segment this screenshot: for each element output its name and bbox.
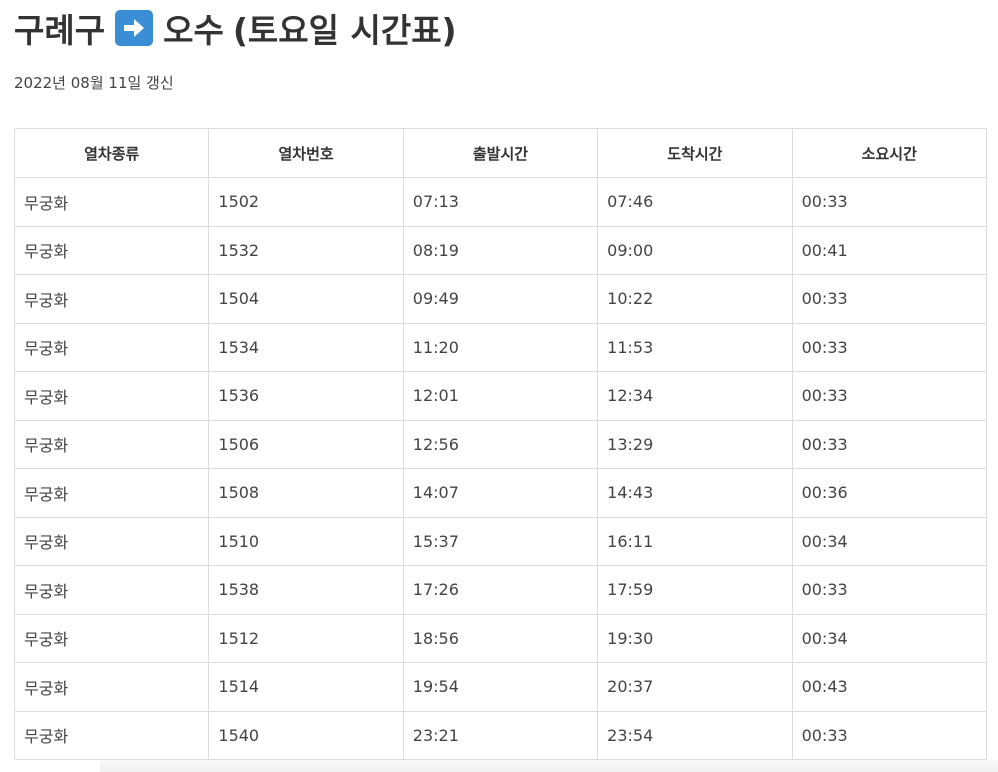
cell-departure-time: 07:13 <box>402 177 599 227</box>
cell-train-number: 1512 <box>208 613 404 663</box>
cell-departure-time: 15:37 <box>402 516 599 566</box>
cell-arrival-time: 13:29 <box>597 419 793 469</box>
cell-train-type: 무궁화 <box>13 274 210 324</box>
cell-train-number: 1502 <box>208 177 404 227</box>
cell-train-type: 무궁화 <box>13 177 210 227</box>
cell-arrival-time: 09:00 <box>597 225 793 275</box>
cell-train-type: 무궁화 <box>13 371 210 421</box>
table-row: 무궁화 1540 23:21 23:54 00:33 <box>13 710 988 760</box>
timetable-header: 열차종류 열차번호 출발시간 도착시간 소요시간 <box>13 128 988 178</box>
header-duration: 소요시간 <box>791 128 988 178</box>
cell-train-type: 무궁화 <box>13 662 210 712</box>
table-row: 무궁화 1514 19:54 20:37 00:43 <box>13 662 988 712</box>
destination-station: 오수 <box>163 11 224 50</box>
updated-date: 2022년 08월 11일 갱신 <box>14 74 174 92</box>
table-row: 무궁화 1502 07:13 07:46 00:33 <box>13 177 988 227</box>
cell-duration: 00:33 <box>791 322 988 372</box>
cell-departure-time: 11:20 <box>402 322 599 372</box>
cell-train-type: 무궁화 <box>13 516 210 566</box>
cell-train-type: 무궁화 <box>13 468 210 518</box>
cell-duration: 00:36 <box>791 468 988 518</box>
cell-departure-time: 23:21 <box>402 710 599 760</box>
cell-duration: 00:43 <box>791 662 988 712</box>
origin-station: 구례구 <box>14 11 106 50</box>
cell-duration: 00:33 <box>791 371 988 421</box>
header-departure-time: 출발시간 <box>402 128 599 178</box>
cell-train-number: 1506 <box>208 419 404 469</box>
cell-train-number: 1534 <box>208 322 404 372</box>
cell-train-number: 1532 <box>208 225 404 275</box>
cell-arrival-time: 14:43 <box>597 468 793 518</box>
header-train-type: 열차종류 <box>13 128 210 178</box>
cell-train-type: 무궁화 <box>13 710 210 760</box>
cell-departure-time: 09:49 <box>402 274 599 324</box>
cell-departure-time: 12:01 <box>402 371 599 421</box>
cell-train-type: 무궁화 <box>13 565 210 615</box>
cell-departure-time: 19:54 <box>402 662 599 712</box>
cell-duration: 00:41 <box>791 225 988 275</box>
cell-arrival-time: 23:54 <box>597 710 793 760</box>
schedule-type: (토요일 시간표) <box>232 11 457 50</box>
table-row: 무궁화 1504 09:49 10:22 00:33 <box>13 274 988 324</box>
cell-duration: 00:33 <box>791 565 988 615</box>
cell-train-number: 1538 <box>208 565 404 615</box>
cell-departure-time: 12:56 <box>402 419 599 469</box>
cell-arrival-time: 16:11 <box>597 516 793 566</box>
table-row: 무궁화 1536 12:01 12:34 00:33 <box>13 371 988 421</box>
timetable-body: 무궁화 1502 07:13 07:46 00:33 무궁화 1532 08:19 09:00 0… <box>13 177 988 760</box>
right-arrow-icon-glyph <box>124 19 145 37</box>
bottom-shadow <box>100 760 998 772</box>
cell-train-number: 1508 <box>208 468 404 518</box>
header-row: 열차종류 열차번호 출발시간 도착시간 소요시간 <box>13 128 988 178</box>
cell-train-type: 무궁화 <box>13 419 210 469</box>
cell-departure-time: 18:56 <box>402 613 599 663</box>
table-row: 무궁화 1538 17:26 17:59 00:33 <box>13 565 988 615</box>
cell-duration: 00:34 <box>791 613 988 663</box>
table-row: 무궁화 1506 12:56 13:29 00:33 <box>13 419 988 469</box>
cell-duration: 00:34 <box>791 516 988 566</box>
right-arrow-icon <box>115 10 154 46</box>
page-title: 구례구 오수 (토요일 시간표) <box>14 4 457 52</box>
cell-departure-time: 14:07 <box>402 468 599 518</box>
table-row: 무궁화 1532 08:19 09:00 00:41 <box>13 225 988 275</box>
cell-train-type: 무궁화 <box>13 322 210 372</box>
cell-train-number: 1510 <box>208 516 404 566</box>
cell-duration: 00:33 <box>791 274 988 324</box>
header-train-number: 열차번호 <box>208 128 404 178</box>
cell-departure-time: 17:26 <box>402 565 599 615</box>
cell-train-number: 1514 <box>208 662 404 712</box>
cell-arrival-time: 20:37 <box>597 662 793 712</box>
cell-arrival-time: 11:53 <box>597 322 793 372</box>
cell-arrival-time: 17:59 <box>597 565 793 615</box>
cell-duration: 00:33 <box>791 419 988 469</box>
cell-train-number: 1536 <box>208 371 404 421</box>
cell-train-type: 무궁화 <box>13 613 210 663</box>
cell-departure-time: 08:19 <box>402 225 599 275</box>
cell-arrival-time: 12:34 <box>597 371 793 421</box>
cell-train-number: 1540 <box>208 710 404 760</box>
cell-train-number: 1504 <box>208 274 404 324</box>
cell-train-type: 무궁화 <box>13 225 210 275</box>
table-row: 무궁화 1508 14:07 14:43 00:36 <box>13 468 988 518</box>
cell-arrival-time: 19:30 <box>597 613 793 663</box>
header-arrival-time: 도착시간 <box>597 128 793 178</box>
table-row: 무궁화 1534 11:20 11:53 00:33 <box>13 322 988 372</box>
timetable: 열차종류 열차번호 출발시간 도착시간 소요시간 무궁화 1502 07:13 07:46 00… <box>13 128 988 760</box>
table-row: 무궁화 1512 18:56 19:30 00:34 <box>13 613 988 663</box>
cell-arrival-time: 10:22 <box>597 274 793 324</box>
cell-arrival-time: 07:46 <box>597 177 793 227</box>
cell-duration: 00:33 <box>791 710 988 760</box>
cell-duration: 00:33 <box>791 177 988 227</box>
table-row: 무궁화 1510 15:37 16:11 00:34 <box>13 516 988 566</box>
timetable-container: 열차종류 열차번호 출발시간 도착시간 소요시간 무궁화 1502 07:13 07:46 00… <box>13 128 988 760</box>
